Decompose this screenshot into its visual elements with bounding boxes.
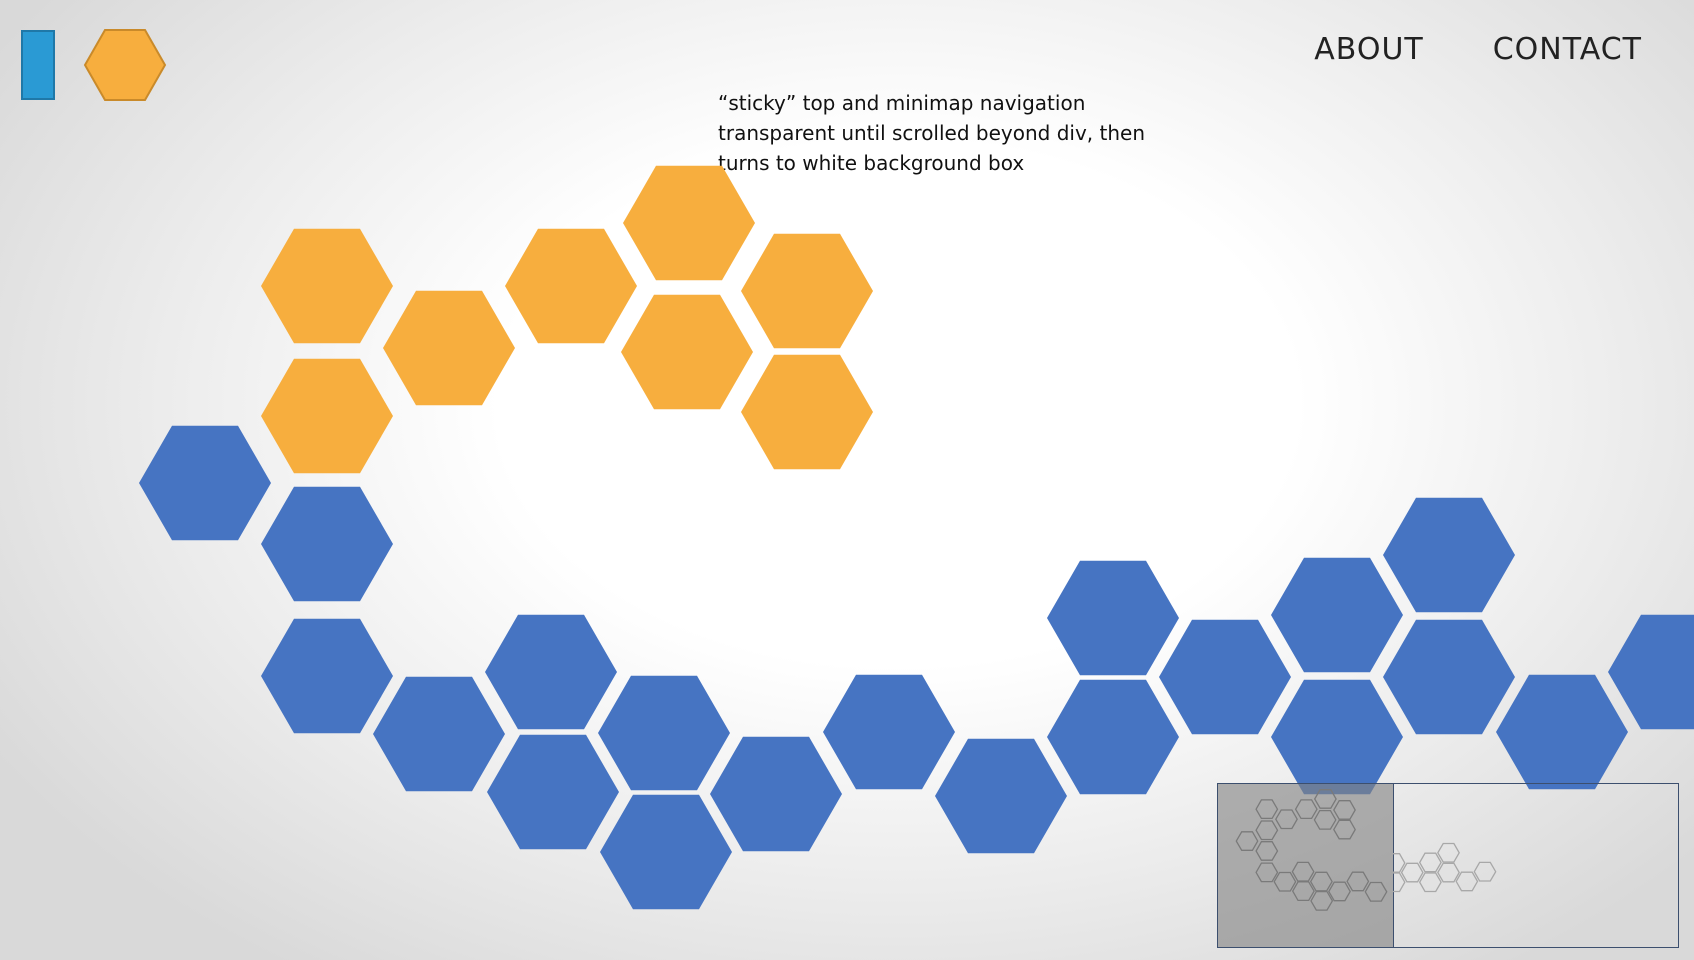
blue-hexagon[interactable] <box>487 734 619 850</box>
orange-hexagon[interactable] <box>741 233 873 349</box>
minimap-hexagon <box>1291 881 1315 902</box>
minimap-hexagons <box>1235 789 1497 911</box>
minimap-hexagon <box>1275 809 1298 830</box>
orange-hexagon[interactable] <box>621 294 753 410</box>
orange-hexagon[interactable] <box>741 354 873 470</box>
minimap-hexagon <box>1255 862 1279 883</box>
minimap-hexagon <box>1235 831 1259 851</box>
blue-hexagon[interactable] <box>1271 557 1403 673</box>
orange-hexagon[interactable] <box>383 290 515 406</box>
blue-hexagon[interactable] <box>600 794 732 910</box>
minimap-hexagon <box>1455 871 1479 892</box>
minimap-hexagon <box>1328 881 1351 902</box>
minimap-hexagon <box>1437 842 1460 863</box>
orange-hexagon[interactable] <box>261 228 393 344</box>
minimap-hexagon <box>1255 841 1279 861</box>
orange-hexagon[interactable] <box>261 358 393 474</box>
blue-hexagon[interactable] <box>1608 614 1694 730</box>
minimap[interactable] <box>1217 783 1679 948</box>
blue-hexagon[interactable] <box>935 738 1067 854</box>
blue-hexagon[interactable] <box>261 618 393 734</box>
blue-hexagon[interactable] <box>1496 674 1628 790</box>
blue-hexagon[interactable] <box>139 425 271 541</box>
minimap-hexagon <box>1333 800 1356 820</box>
minimap-hexagon <box>1333 819 1356 840</box>
minimap-hexagon <box>1364 881 1388 902</box>
blue-hexagon[interactable] <box>1383 619 1515 735</box>
minimap-hexagon <box>1382 853 1406 873</box>
minimap-hexagon <box>1382 872 1406 893</box>
minimap-hexagon <box>1346 871 1370 892</box>
minimap-hexagon <box>1309 871 1333 892</box>
blue-hexagon[interactable] <box>1047 560 1179 676</box>
minimap-hexagon <box>1255 799 1279 820</box>
blue-hexagon[interactable] <box>823 674 955 790</box>
minimap-hexagon <box>1291 861 1315 882</box>
minimap-hexagon <box>1437 862 1460 883</box>
minimap-hexagon <box>1313 789 1337 809</box>
blue-hexagon[interactable] <box>1159 619 1291 735</box>
blue-hexagon[interactable] <box>1383 497 1515 613</box>
blue-hexagon[interactable] <box>261 486 393 602</box>
orange-hexagon[interactable] <box>623 165 755 281</box>
minimap-hexagon <box>1473 861 1497 882</box>
minimap-hexagon <box>1418 852 1442 873</box>
orange-hexagon[interactable] <box>505 228 637 344</box>
minimap-hexagon <box>1313 809 1337 830</box>
minimap-hexagon <box>1310 890 1334 911</box>
blue-hexagon[interactable] <box>1047 679 1179 795</box>
blue-hexagon[interactable] <box>373 676 505 792</box>
blue-hexagon[interactable] <box>1271 679 1403 795</box>
blue-hexagon[interactable] <box>485 614 617 730</box>
blue-hexagon[interactable] <box>710 736 842 852</box>
minimap-hexagon <box>1400 862 1424 883</box>
minimap-hexagon <box>1294 799 1318 820</box>
minimap-hexagon <box>1418 872 1442 893</box>
minimap-hexagon <box>1255 820 1279 841</box>
minimap-hexagon <box>1273 871 1297 892</box>
blue-hexagon[interactable] <box>598 675 730 791</box>
